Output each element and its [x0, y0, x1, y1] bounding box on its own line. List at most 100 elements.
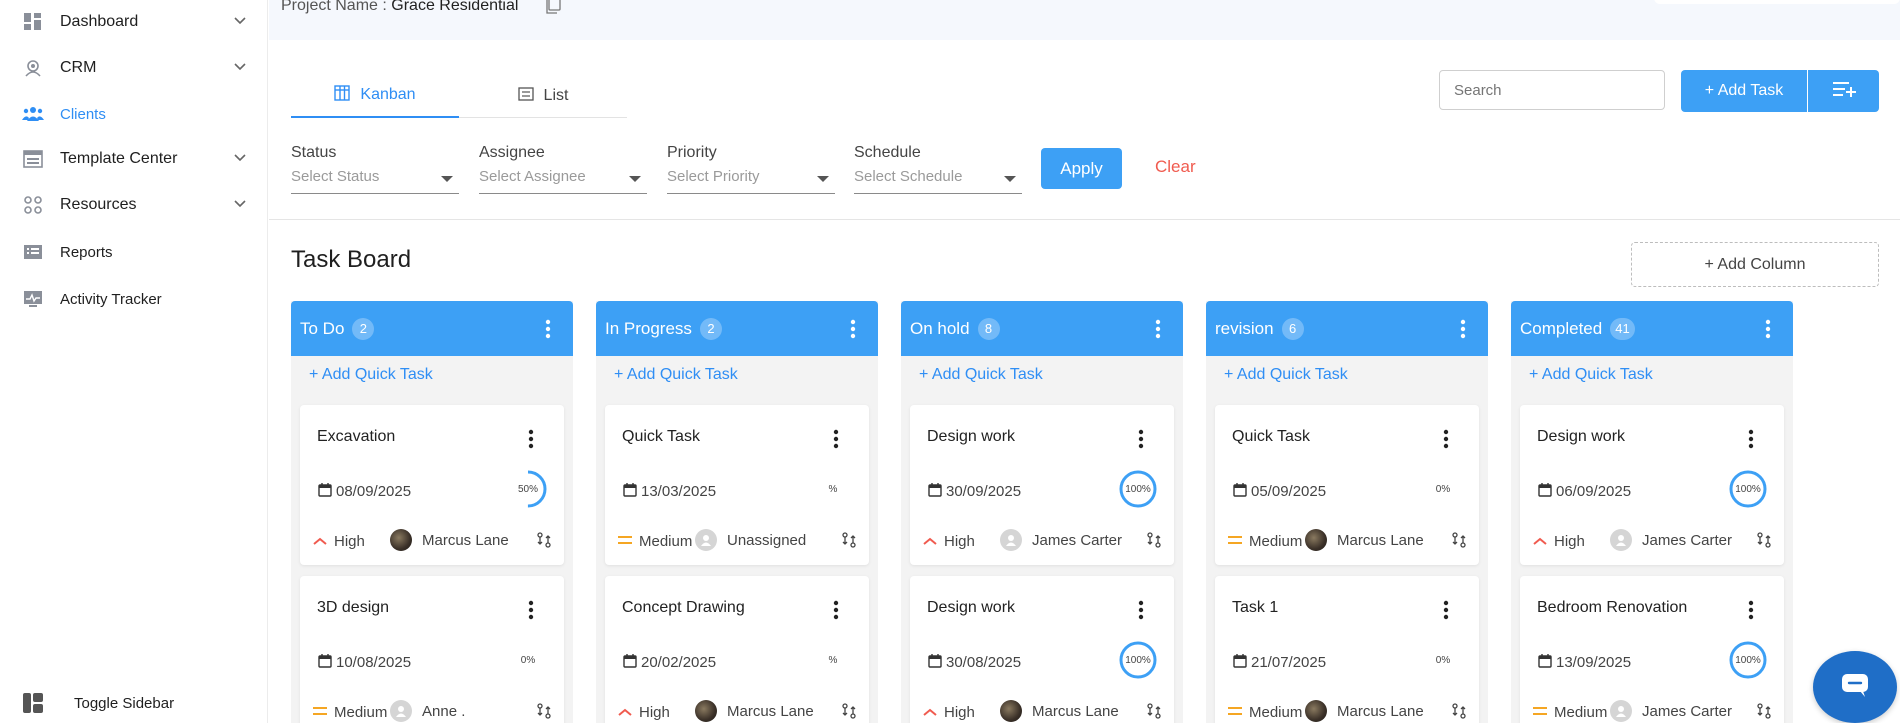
more-vertical-icon[interactable] [1460, 319, 1466, 344]
add-quick-task-link[interactable]: + Add Quick Task [1529, 366, 1653, 384]
workflow-icon[interactable] [1146, 532, 1162, 553]
assignee[interactable]: Marcus Lane [1000, 700, 1119, 722]
clear-button[interactable]: Clear [1155, 157, 1196, 177]
sidebar-item-crm[interactable]: CRM [22, 54, 248, 82]
task-card[interactable]: Excavation 08/09/2025 50% High Marcus Lane [300, 405, 564, 565]
sidebar-item-dashboard[interactable]: Dashboard [22, 8, 248, 36]
task-card[interactable]: Design work 30/09/2025 100% High James Carte… [910, 405, 1174, 565]
assignee[interactable]: James Carter [1610, 700, 1732, 722]
assignee[interactable]: Marcus Lane [695, 700, 814, 722]
sidebar-item-clients[interactable]: Clients [22, 100, 248, 128]
chevron-down-icon[interactable] [232, 149, 248, 170]
avatar [695, 529, 717, 551]
add-quick-task-link[interactable]: + Add Quick Task [309, 366, 433, 384]
more-vertical-icon[interactable] [528, 429, 534, 454]
status-select[interactable]: Select Status [291, 168, 459, 194]
priority-text: High [1554, 533, 1585, 550]
assignee-name: Marcus Lane [1337, 531, 1424, 549]
schedule-filter[interactable]: Schedule Select Schedule [854, 144, 1022, 194]
task-card[interactable]: Design work 06/09/2025 100% High James Carte… [1520, 405, 1784, 565]
more-vertical-icon[interactable] [1765, 319, 1771, 344]
workflow-icon[interactable] [1756, 532, 1772, 553]
task-card[interactable]: Concept Drawing 20/02/2025% High Marcus Lan… [605, 576, 869, 723]
date-text: 06/09/2025 [1556, 483, 1632, 500]
assignee[interactable]: James Carter [1000, 529, 1122, 551]
workflow-icon[interactable] [536, 703, 552, 723]
assignee[interactable]: James Carter [1610, 529, 1732, 551]
task-due-date: 30/08/2025 [928, 653, 1021, 672]
assignee[interactable]: Marcus Lane [390, 529, 509, 551]
assignee-name: James Carter [1642, 531, 1733, 549]
chevron-down-icon[interactable] [232, 12, 248, 33]
assignee-select[interactable]: Select Assignee [479, 168, 647, 194]
add-column-button[interactable]: + Add Column [1631, 242, 1879, 287]
chat-button[interactable] [1813, 651, 1897, 723]
sidebar-item-resources[interactable]: Resources [22, 191, 248, 219]
more-vertical-icon[interactable] [1443, 600, 1449, 625]
search-input[interactable] [1439, 70, 1665, 110]
workflow-icon[interactable] [1451, 703, 1467, 723]
filter-placeholder: Select Assignee [479, 168, 586, 185]
priority-select[interactable]: Select Priority [667, 168, 835, 194]
workflow-icon[interactable] [1451, 532, 1467, 553]
more-vertical-icon[interactable] [545, 319, 551, 344]
task-card[interactable]: Task 1 21/07/2025 0% Medium Marcus Lane [1215, 576, 1479, 723]
chevron-down-icon[interactable] [232, 195, 248, 216]
add-quick-task-link[interactable]: + Add Quick Task [614, 366, 738, 384]
workflow-icon[interactable] [841, 703, 857, 723]
reports-icon [22, 241, 44, 263]
sidebar-item-template-center[interactable]: Template Center [22, 145, 248, 173]
avatar [1305, 700, 1327, 722]
more-vertical-icon[interactable] [850, 319, 856, 344]
task-card[interactable]: Bedroom Renovation 13/09/2025 100% Medium Ja… [1520, 576, 1784, 723]
assignee[interactable]: Marcus Lane [1305, 700, 1424, 722]
more-vertical-icon[interactable] [1748, 600, 1754, 625]
task-card[interactable]: Quick Task 13/03/2025% Medium Unassigned [605, 405, 869, 565]
assignee-name: James Carter [1032, 531, 1123, 549]
task-card[interactable]: Design work 30/08/2025 100% High Marcus Lane [910, 576, 1174, 723]
priority: High [922, 533, 975, 550]
sidebar-item-label: Resources [60, 196, 137, 213]
sidebar-item-reports[interactable]: Reports [22, 238, 248, 266]
assignee-filter[interactable]: Assignee Select Assignee [479, 144, 647, 194]
toggle-sidebar-button[interactable]: Toggle Sidebar [22, 692, 174, 714]
workflow-icon[interactable] [841, 532, 857, 553]
more-vertical-icon[interactable] [833, 600, 839, 625]
more-vertical-icon[interactable] [833, 429, 839, 454]
workflow-icon[interactable] [536, 532, 552, 553]
progress-ring: 100% [1726, 638, 1770, 682]
workflow-icon[interactable] [1756, 703, 1772, 723]
add-task-button[interactable]: + Add Task [1681, 70, 1807, 112]
add-quick-task-link[interactable]: + Add Quick Task [1224, 366, 1348, 384]
status-filter[interactable]: Status Select Status [291, 144, 459, 194]
column-header: To Do 2 [291, 301, 573, 356]
workflow-icon[interactable] [1146, 703, 1162, 723]
sidebar-item-activity-tracker[interactable]: Activity Tracker [22, 285, 248, 313]
priority-filter[interactable]: Priority Select Priority [667, 144, 835, 194]
task-title: Concept Drawing [622, 599, 745, 616]
more-vertical-icon[interactable] [528, 600, 534, 625]
more-vertical-icon[interactable] [1748, 429, 1754, 454]
add-quick-task-link[interactable]: + Add Quick Task [919, 366, 1043, 384]
more-vertical-icon[interactable] [1138, 600, 1144, 625]
column-title: Completed [1520, 318, 1603, 338]
tab-list[interactable]: List [459, 74, 627, 118]
assignee[interactable]: Unassigned [695, 529, 806, 551]
more-vertical-icon[interactable] [1155, 319, 1161, 344]
more-vertical-icon[interactable] [1443, 429, 1449, 454]
more-vertical-icon[interactable] [1138, 429, 1144, 454]
progress-ring: 0% [506, 638, 550, 682]
task-due-date: 08/09/2025 [318, 482, 411, 501]
task-title: Quick Task [1232, 428, 1310, 445]
assignee[interactable]: Anne . [390, 700, 465, 722]
apply-button[interactable]: Apply [1041, 148, 1122, 189]
copy-icon[interactable] [546, 0, 562, 19]
task-card[interactable]: 3D design 10/08/2025 0% Medium Anne . [300, 576, 564, 723]
tab-kanban[interactable]: Kanban [291, 74, 459, 118]
schedule-select[interactable]: Select Schedule [854, 168, 1022, 194]
assignee[interactable]: Marcus Lane [1305, 529, 1424, 551]
chevron-down-icon[interactable] [232, 58, 248, 79]
add-task-menu-button[interactable] [1808, 70, 1879, 112]
task-card[interactable]: Quick Task 05/09/2025 0% Medium Marcus Lane [1215, 405, 1479, 565]
divider [269, 219, 1900, 220]
